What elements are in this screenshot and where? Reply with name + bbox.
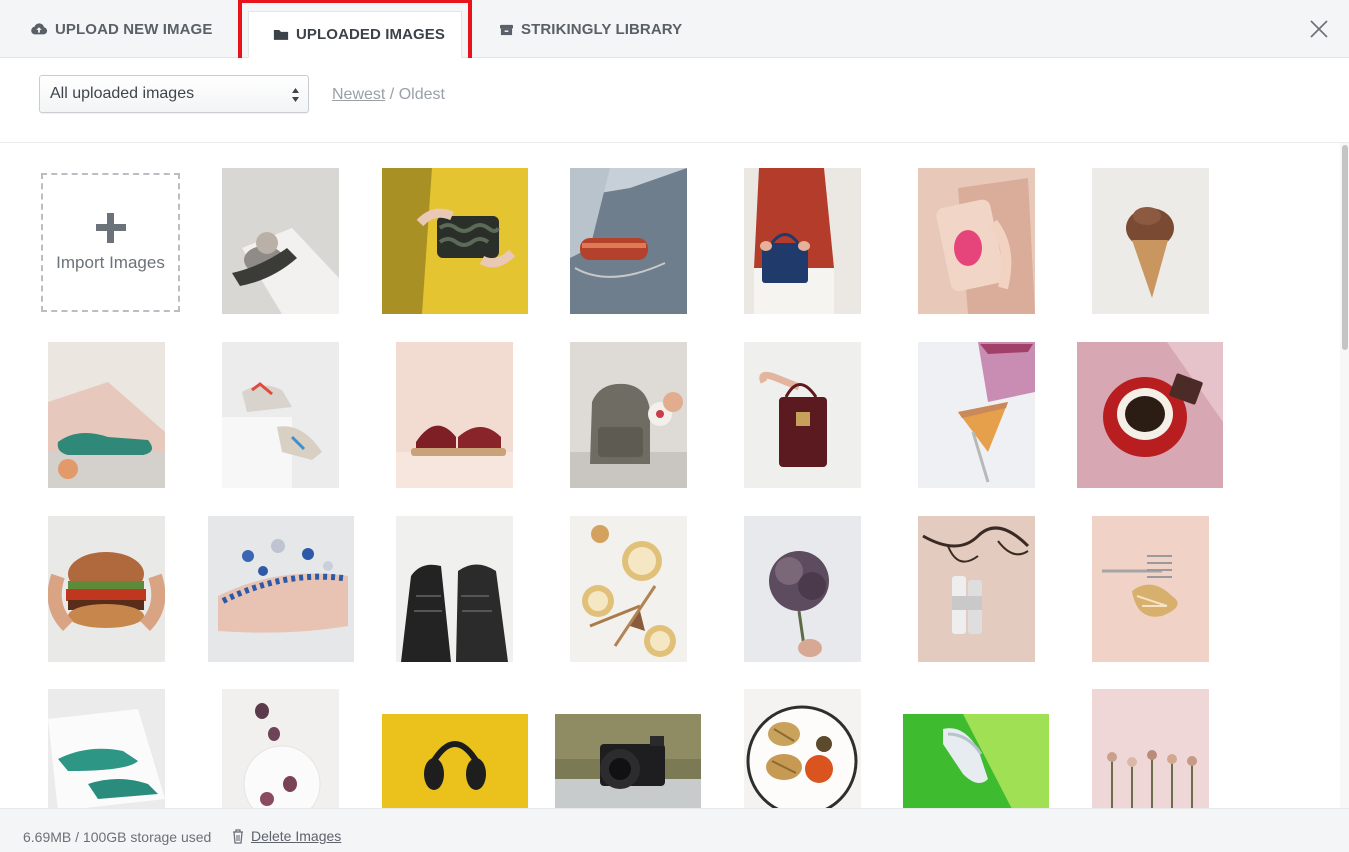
image-thumbnail[interactable] (570, 516, 687, 662)
image-thumbnail[interactable] (222, 168, 339, 314)
image-filter-selected: All uploaded images (50, 85, 195, 102)
image-thumbnail[interactable] (570, 342, 687, 488)
image-thumbnail[interactable] (918, 168, 1035, 314)
filter-bar: All uploaded images (0, 58, 1349, 143)
folder-icon (273, 30, 289, 40)
image-thumbnail[interactable] (48, 689, 165, 808)
sort-separator: / (385, 86, 399, 103)
storage-usage-text: 6.69MB / 100GB storage used (23, 829, 212, 845)
image-thumbnail[interactable] (903, 714, 1049, 808)
image-filter-select[interactable]: All uploaded images (39, 75, 309, 113)
image-thumbnail[interactable] (396, 342, 513, 488)
trash-icon (233, 829, 243, 844)
import-images-label: Import Images (56, 252, 165, 272)
image-thumbnail[interactable] (744, 516, 861, 662)
sort-oldest-link[interactable]: Oldest (399, 86, 445, 103)
delete-images-button[interactable]: Delete Images (231, 828, 341, 844)
image-thumbnail[interactable] (744, 342, 861, 488)
footer-bar: 6.69MB / 100GB storage used Delete Image… (0, 808, 1349, 852)
plus-icon (95, 212, 126, 243)
tab-upload-new-image[interactable]: UPLOAD NEW IMAGE (30, 0, 212, 58)
image-thumbnail[interactable] (918, 516, 1035, 662)
image-thumbnail[interactable] (222, 342, 339, 488)
image-thumbnail[interactable] (48, 342, 165, 488)
tab-strikingly-library[interactable]: STRIKINGLY LIBRARY (499, 0, 682, 58)
image-thumbnail[interactable] (1077, 342, 1223, 488)
image-thumbnail[interactable] (382, 168, 528, 314)
delete-images-label: Delete Images (251, 828, 342, 844)
tab-uploaded-label: UPLOADED IMAGES (296, 26, 446, 43)
select-arrows-icon (292, 88, 299, 102)
archive-box-icon (500, 24, 513, 35)
image-grid: Import Images (0, 143, 1340, 808)
scrollbar-thumb[interactable] (1342, 145, 1348, 350)
close-icon[interactable] (1308, 18, 1330, 40)
tab-bar: UPLOAD NEW IMAGE UPLOADED IMAGES STRIKIN… (0, 0, 1349, 58)
image-thumbnail[interactable] (222, 689, 339, 808)
image-thumbnail[interactable] (918, 342, 1035, 488)
image-thumbnail[interactable] (208, 516, 354, 662)
image-thumbnail[interactable] (396, 516, 513, 662)
cloud-upload-icon (31, 23, 48, 35)
image-thumbnail[interactable] (555, 714, 701, 808)
sort-newest-link[interactable]: Newest (332, 86, 385, 103)
image-thumbnail[interactable] (744, 689, 861, 808)
tab-upload-label: UPLOAD NEW IMAGE (55, 20, 213, 38)
grid-scrollbar[interactable] (1340, 143, 1349, 808)
image-thumbnail[interactable] (382, 714, 528, 808)
image-thumbnail[interactable] (48, 516, 165, 662)
image-thumbnail[interactable] (1092, 689, 1209, 808)
image-thumbnail[interactable] (570, 168, 687, 314)
image-thumbnail[interactable] (744, 168, 861, 314)
sort-controls: Newest / Oldest (332, 86, 445, 104)
import-images-tile[interactable]: Import Images (41, 173, 180, 312)
tab-uploaded-images[interactable]: UPLOADED IMAGES (248, 11, 462, 58)
tab-library-label: STRIKINGLY LIBRARY (521, 20, 683, 38)
image-thumbnail[interactable] (1092, 516, 1209, 662)
image-thumbnail[interactable] (1092, 168, 1209, 314)
